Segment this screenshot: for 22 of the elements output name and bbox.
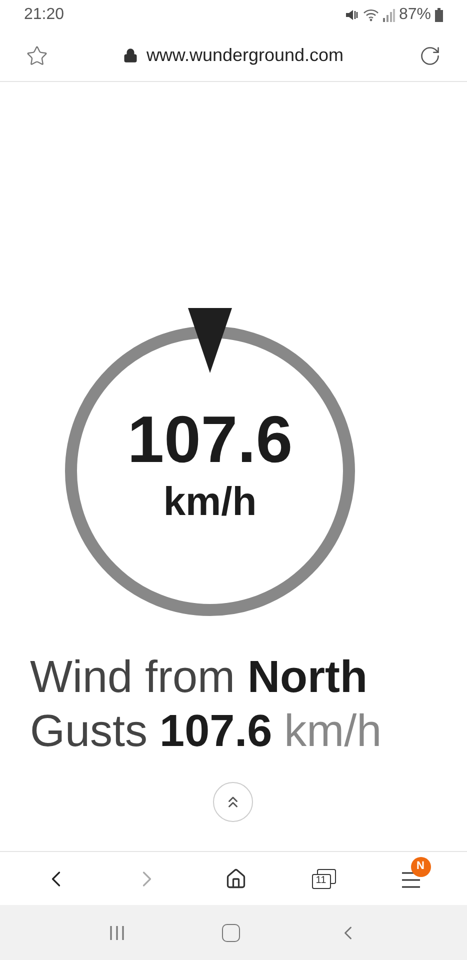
wind-direction-text: Wind from North — [30, 650, 369, 704]
wind-speed-value: 107.6 — [127, 406, 293, 472]
signal-icon — [382, 8, 395, 22]
home-nav-button[interactable] — [222, 924, 240, 942]
gusts-unit: km/h — [284, 704, 382, 758]
bookmark-star-icon[interactable] — [26, 44, 48, 66]
tabs-count: 11 — [316, 876, 326, 886]
reload-icon[interactable] — [418, 44, 441, 66]
wind-speed-unit: km/h — [163, 482, 257, 522]
wifi-icon — [362, 8, 379, 22]
menu-icon[interactable] — [400, 872, 420, 888]
battery-percent: 87% — [398, 5, 431, 25]
gusts-label: Gusts — [30, 704, 148, 758]
scroll-to-top-button[interactable] — [213, 782, 253, 822]
home-icon[interactable] — [224, 868, 246, 890]
url-text[interactable]: www.wunderground.com — [146, 42, 344, 69]
lock-icon — [123, 48, 138, 63]
notification-badge: N — [410, 856, 430, 876]
recent-apps-icon[interactable] — [108, 924, 126, 942]
status-time: 21:20 — [24, 5, 64, 25]
battery-icon — [435, 8, 443, 22]
gusts-value: 107.6 — [160, 704, 272, 758]
